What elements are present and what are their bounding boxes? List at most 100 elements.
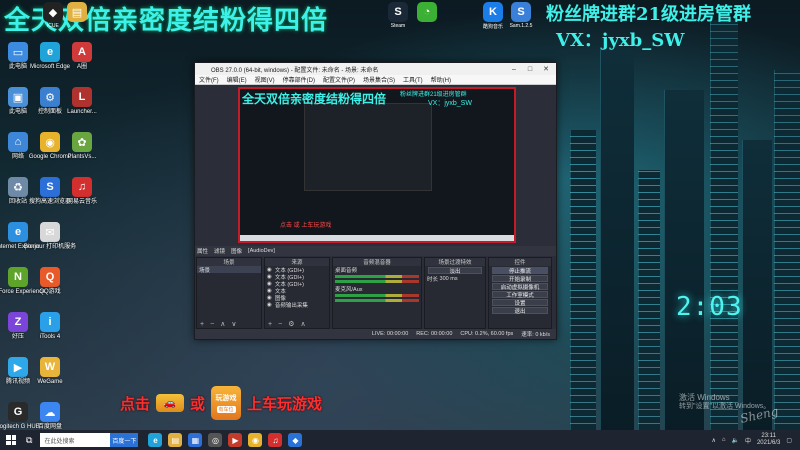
- move-up-icon[interactable]: ∧: [300, 320, 305, 328]
- obs-menu-item[interactable]: 视图(V): [255, 75, 275, 84]
- notification-icon[interactable]: ▢: [786, 437, 792, 444]
- top-app-shortcut[interactable]: ◔: [414, 2, 440, 32]
- task-view-icon[interactable]: ⧉: [26, 435, 32, 446]
- obs-toolbar-button[interactable]: 滤镜: [214, 247, 225, 255]
- desktop-shortcut[interactable]: S 搜狗高速浏览器: [29, 175, 71, 216]
- taskbar-search-input[interactable]: 在此处搜索: [40, 433, 111, 447]
- obs-menu-item[interactable]: 帮助(H): [431, 75, 451, 84]
- top-app-shortcut[interactable]: ◆ iCUE: [40, 2, 66, 32]
- obs-toolbar-button[interactable]: [AudioDev]: [248, 248, 275, 254]
- game-app-icon[interactable]: 玩游戏 有车位: [211, 386, 242, 420]
- desktop-shortcut-label: 搜狗高速浏览器: [29, 199, 72, 205]
- chevron-up-icon[interactable]: ∧: [711, 437, 715, 444]
- eye-icon[interactable]: ◉: [267, 274, 272, 280]
- obs-status-item: REC: 00:00:00: [416, 331, 453, 337]
- move-up-icon[interactable]: ∧: [220, 320, 225, 328]
- desktop-shortcut[interactable]: ▶ 腾讯视频: [2, 355, 34, 396]
- ad-or-text: 或: [190, 395, 206, 413]
- network-icon[interactable]: ⌂: [722, 437, 726, 443]
- desktop-shortcut[interactable]: e Microsoft Edge: [30, 40, 70, 81]
- obs-toolbar-button[interactable]: 图像: [231, 247, 242, 255]
- desktop-shortcut-label: 网络: [11, 154, 24, 160]
- desktop-shortcut[interactable]: NGeForce Experience: [0, 265, 46, 306]
- netease-music-icon[interactable]: ♫: [268, 433, 283, 447]
- eye-icon[interactable]: ◉: [267, 295, 272, 301]
- obs-status-item: LIVE: 00:00:00: [371, 331, 409, 337]
- promo-banner-right-line1: 粉丝牌进群21级进房管群: [546, 4, 752, 25]
- app-red-icon[interactable]: ▶: [228, 433, 243, 447]
- top-app-shortcut[interactable]: ▤: [64, 2, 90, 32]
- move-down-icon[interactable]: ∨: [231, 320, 236, 328]
- obs-control-button[interactable]: 退出: [492, 307, 548, 315]
- desktop-shortcut[interactable]: ✿ PlantsVs...: [66, 130, 98, 171]
- top-app-shortcut[interactable]: S Steam: [385, 2, 411, 32]
- eye-icon[interactable]: ◉: [267, 267, 272, 273]
- start-button[interactable]: [0, 430, 22, 450]
- desktop-shortcut[interactable]: ▭ 此电脑: [2, 40, 34, 81]
- taskbar-clock[interactable]: 23:11 2021/6/3: [757, 433, 780, 447]
- sources-dock: 来源 ◉ 文本 (GDI+) ◉ 文本 (GDI+) ◉ 文本 (GDI+) ◉ 文本 ◉ 图像 ◉…: [264, 257, 330, 329]
- desktop-shortcut[interactable]: e Internet Explorer: [0, 220, 40, 261]
- top-app-shortcut[interactable]: S Sam.1.2.5: [508, 2, 534, 32]
- obs-control-button[interactable]: 停止推流: [492, 267, 548, 275]
- desktop-icon-grid: ▭ 此电脑 e Microsoft Edge A A圈 ▣ 此电脑 ⚙ 控制面板 L Launcher…: [0, 40, 102, 441]
- eye-icon[interactable]: ◉: [267, 281, 272, 287]
- desktop-empty-slot: [66, 310, 98, 351]
- source-item[interactable]: ◉ 音频输出采集: [265, 301, 329, 309]
- desktop-shortcut[interactable]: L Launcher...: [66, 85, 98, 126]
- eye-icon[interactable]: ◉: [267, 302, 272, 308]
- close-icon[interactable]: ✕: [538, 63, 554, 75]
- control-panel-icon: ⚙: [40, 87, 60, 107]
- obs-preview-canvas[interactable]: 全天双倍亲密度结粉得四倍 粉丝牌进群21级进房管群 VX：jyxb_SW 点击 …: [238, 87, 516, 243]
- top-app-shortcut[interactable]: K 酷狗音乐: [480, 2, 506, 32]
- app-blue-icon[interactable]: ◆: [288, 433, 303, 447]
- obs-window[interactable]: OBS 27.0.0 (64-bit, windows) - 配置文件: 未命名…: [194, 62, 557, 340]
- remove-icon[interactable]: −: [210, 321, 214, 328]
- obs-icon[interactable]: ◎: [208, 433, 223, 447]
- taskbar-search-button[interactable]: 百度一下: [110, 433, 139, 447]
- desktop-shortcut[interactable]: ⚙ 控制面板: [34, 85, 66, 126]
- desktop-shortcut[interactable]: ♻ 回收站: [2, 175, 34, 216]
- obs-titlebar[interactable]: OBS 27.0.0 (64-bit, windows) - 配置文件: 未命名…: [195, 63, 556, 75]
- obs-menu-item[interactable]: 配置文件(P): [323, 75, 355, 84]
- scene-item[interactable]: 场景: [197, 266, 261, 274]
- eye-icon[interactable]: ◉: [267, 288, 272, 294]
- obs-toolbar-button[interactable]: 属性: [197, 247, 208, 255]
- add-icon[interactable]: +: [200, 321, 204, 328]
- edge-icon[interactable]: e: [148, 433, 163, 447]
- transition-select[interactable]: 淡出: [428, 267, 482, 275]
- desktop-shortcut[interactable]: Q QQ游戏: [34, 265, 66, 306]
- obs-menu-item[interactable]: 停靠部件(D): [283, 75, 315, 84]
- obs-control-button[interactable]: 工作室模式: [492, 291, 548, 299]
- desktop-shortcut-label: 回收站: [8, 199, 27, 205]
- store-icon[interactable]: ▦: [188, 433, 203, 447]
- maximize-icon[interactable]: □: [522, 63, 538, 75]
- desktop-shortcut[interactable]: ▣ 此电脑: [2, 85, 34, 126]
- obs-menu-item[interactable]: 工具(T): [403, 75, 423, 84]
- volume-icon[interactable]: 🔈: [731, 437, 738, 444]
- obs-control-button[interactable]: 启动虚拟摄像机: [492, 283, 548, 291]
- itools-icon: i: [40, 312, 60, 332]
- desktop-shortcut[interactable]: ◉ Google Chrome: [29, 130, 71, 171]
- obs-menu-item[interactable]: 编辑(E): [227, 75, 247, 84]
- desktop-shortcut[interactable]: A A圈: [66, 40, 98, 81]
- desktop-shortcut[interactable]: W WeGame: [34, 355, 66, 396]
- obs-menu-item[interactable]: 文件(F): [199, 75, 219, 84]
- obs-control-button[interactable]: 开始录制: [492, 275, 548, 283]
- minimize-icon[interactable]: –: [506, 63, 522, 75]
- ime-icon[interactable]: 中: [745, 436, 751, 445]
- file-explorer-icon[interactable]: ▤: [168, 433, 183, 447]
- car-icon[interactable]: 🚗: [156, 394, 185, 412]
- desktop-shortcut[interactable]: i iTools 4: [34, 310, 66, 351]
- desktop-shortcut[interactable]: ✉ Bonjour 打印机服务: [24, 220, 76, 261]
- desktop-shortcut[interactable]: Z 好压: [2, 310, 34, 351]
- gear-icon[interactable]: ⚙: [288, 320, 294, 328]
- add-icon[interactable]: +: [268, 321, 272, 328]
- duration-value[interactable]: 300 ms: [440, 276, 458, 282]
- remove-icon[interactable]: −: [278, 321, 282, 328]
- desktop-shortcut[interactable]: ⌂ 网络: [2, 130, 34, 171]
- desktop-shortcut[interactable]: ♫ 网易云音乐: [66, 175, 98, 216]
- chrome-icon[interactable]: ◉: [248, 433, 263, 447]
- obs-menu-item[interactable]: 场景集合(S): [363, 75, 395, 84]
- obs-control-button[interactable]: 设置: [492, 299, 548, 307]
